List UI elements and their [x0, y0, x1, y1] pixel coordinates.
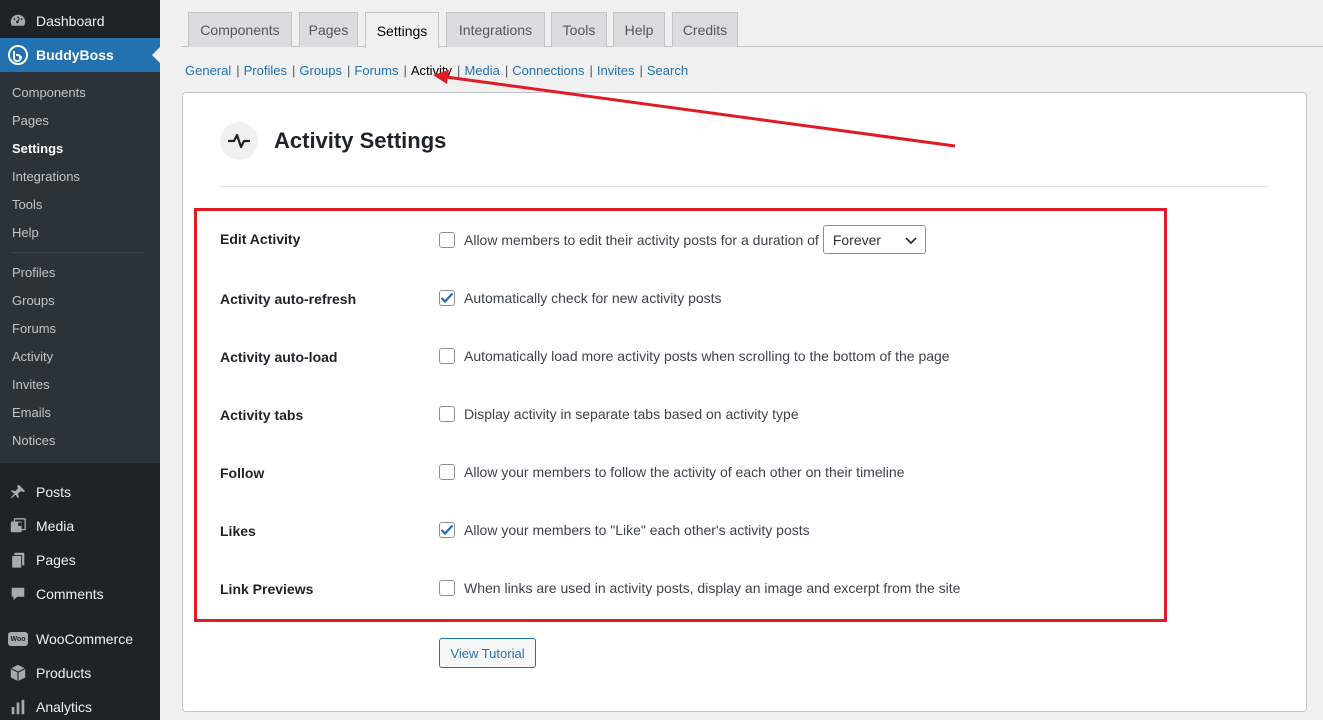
tab-tools[interactable]: Tools [551, 12, 607, 47]
tab-components[interactable]: Components [188, 12, 292, 47]
menu-comments-label: Comments [36, 586, 104, 602]
submenu-activity[interactable]: Activity [0, 343, 160, 371]
subnav-general[interactable]: General [185, 63, 231, 78]
subnav-search[interactable]: Search [647, 63, 688, 78]
submenu-help[interactable]: Help [0, 219, 160, 247]
title-divider [220, 186, 1269, 187]
menu-products-label: Products [36, 665, 92, 681]
buddyboss-icon [8, 45, 28, 65]
view-tutorial-button[interactable]: View Tutorial [439, 638, 536, 668]
page-title: Activity Settings [274, 128, 447, 153]
submenu-tools[interactable]: Tools [0, 191, 160, 219]
submenu-separator [12, 252, 144, 253]
menu-comments[interactable]: Comments [0, 577, 160, 611]
menu-woocommerce[interactable]: Woo WooCommerce [0, 622, 160, 656]
tab-settings[interactable]: Settings [365, 12, 439, 48]
submenu-settings[interactable]: Settings [0, 135, 160, 163]
submenu-forums[interactable]: Forums [0, 315, 160, 343]
subnav-invites[interactable]: Invites [597, 63, 635, 78]
menu-buddyboss[interactable]: BuddyBoss [0, 38, 160, 72]
subnav-media[interactable]: Media [464, 63, 499, 78]
woo-icon: Woo [8, 629, 28, 649]
submenu-components[interactable]: Components [0, 79, 160, 107]
menu-dashboard[interactable]: Dashboard [0, 4, 160, 38]
submenu-invites[interactable]: Invites [0, 371, 160, 399]
submenu-pages[interactable]: Pages [0, 107, 160, 135]
box-icon [8, 663, 28, 683]
subnav-forums[interactable]: Forums [354, 63, 398, 78]
subnav-activity[interactable]: Activity [411, 63, 452, 78]
submenu-profiles[interactable]: Profiles [0, 259, 160, 287]
subnav-profiles[interactable]: Profiles [244, 63, 287, 78]
submenu-groups[interactable]: Groups [0, 287, 160, 315]
menu-analytics-label: Analytics [36, 699, 93, 715]
subnav-groups[interactable]: Groups [299, 63, 342, 78]
menu-analytics[interactable]: Analytics [0, 690, 160, 720]
annotation-highlight-box [194, 208, 1167, 622]
settings-tabs: Components Pages Settings Integrations T… [181, 12, 1323, 48]
menu-buddyboss-label: BuddyBoss [36, 47, 114, 63]
menu-posts-label: Posts [36, 484, 72, 500]
settings-subnav: General | Profiles | Groups | Forums | Activity |… [185, 63, 689, 78]
submenu-notices[interactable]: Notices [0, 427, 160, 455]
media-icon [8, 516, 28, 536]
submenu-integrations[interactable]: Integrations [0, 163, 160, 191]
tab-credits[interactable]: Credits [672, 12, 738, 47]
comment-icon [8, 584, 28, 604]
pin-icon [8, 482, 28, 502]
buddyboss-submenu: Components Pages Settings Integrations T… [0, 72, 160, 463]
admin-sidebar: Dashboard BuddyBoss Components Pages Set… [0, 0, 160, 720]
menu-woocommerce-label: WooCommerce [36, 631, 133, 647]
activity-pulse-icon [220, 122, 258, 160]
menu-dashboard-label: Dashboard [36, 13, 105, 29]
submenu-emails[interactable]: Emails [0, 399, 160, 427]
menu-products[interactable]: Products [0, 656, 160, 690]
tab-integrations[interactable]: Integrations [446, 12, 545, 47]
dashboard-icon [8, 11, 28, 31]
bar-chart-icon [8, 697, 28, 717]
menu-media[interactable]: Media [0, 509, 160, 543]
menu-posts[interactable]: Posts [0, 475, 160, 509]
menu-pages[interactable]: Pages [0, 543, 160, 577]
tab-help[interactable]: Help [613, 12, 665, 47]
subnav-connections[interactable]: Connections [512, 63, 584, 78]
menu-pages-label: Pages [36, 552, 76, 568]
pages-icon [8, 550, 28, 570]
tab-pages[interactable]: Pages [299, 12, 358, 47]
menu-media-label: Media [36, 518, 75, 534]
